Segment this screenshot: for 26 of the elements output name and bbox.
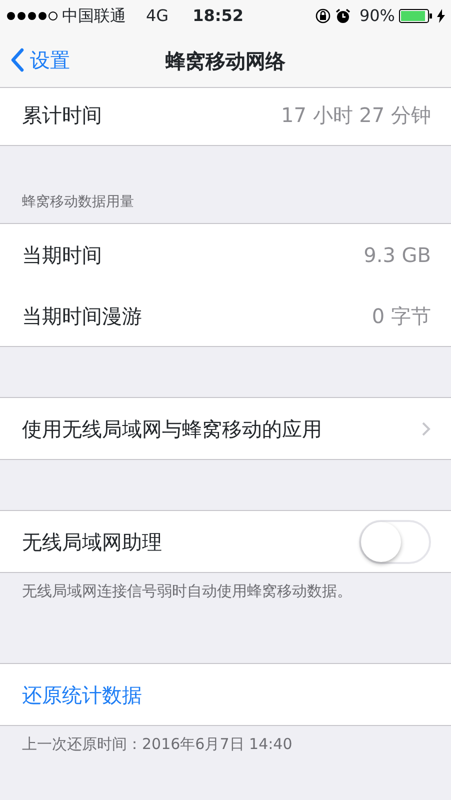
chevron-left-icon [10,48,24,72]
row-label: 当期时间漫游 [22,302,142,330]
clock-time: 18:52 [192,5,244,27]
back-button[interactable]: 设置 [0,32,76,88]
rotation-lock-icon [315,8,332,24]
carrier-name: 中国联通 [62,5,126,27]
row-label: 无线局域网助理 [22,528,162,556]
network-type: 4G [146,5,169,27]
toggle-switch[interactable] [359,520,431,564]
reset-link[interactable]: 还原统计数据 [0,664,451,725]
signal-icon [6,11,58,21]
list-item[interactable]: 使用无线局域网与蜂窝移动的应用 [0,398,451,459]
row-label: 累计时间 [22,102,102,128]
page-title: 蜂窝移动网络 [166,48,286,75]
section-footer: 无线局域网连接信号弱时自动使用蜂窝移动数据。 [0,573,451,663]
battery-percent: 90% [359,5,395,27]
row-value: 17 小时 27 分钟 [281,102,431,128]
row-value: 0 字节 [372,302,431,330]
alarm-icon [335,8,352,24]
charging-icon [437,9,445,23]
section-header: 蜂窝移动数据用量 [21,193,135,212]
chevron-right-icon [421,420,431,436]
row-value: 9.3 GB [364,242,431,268]
battery-icon [399,9,433,23]
section-footer: 上一次还原时间：2016年6月7日 14:40 [0,726,451,756]
row-label: 当期时间 [22,242,102,268]
